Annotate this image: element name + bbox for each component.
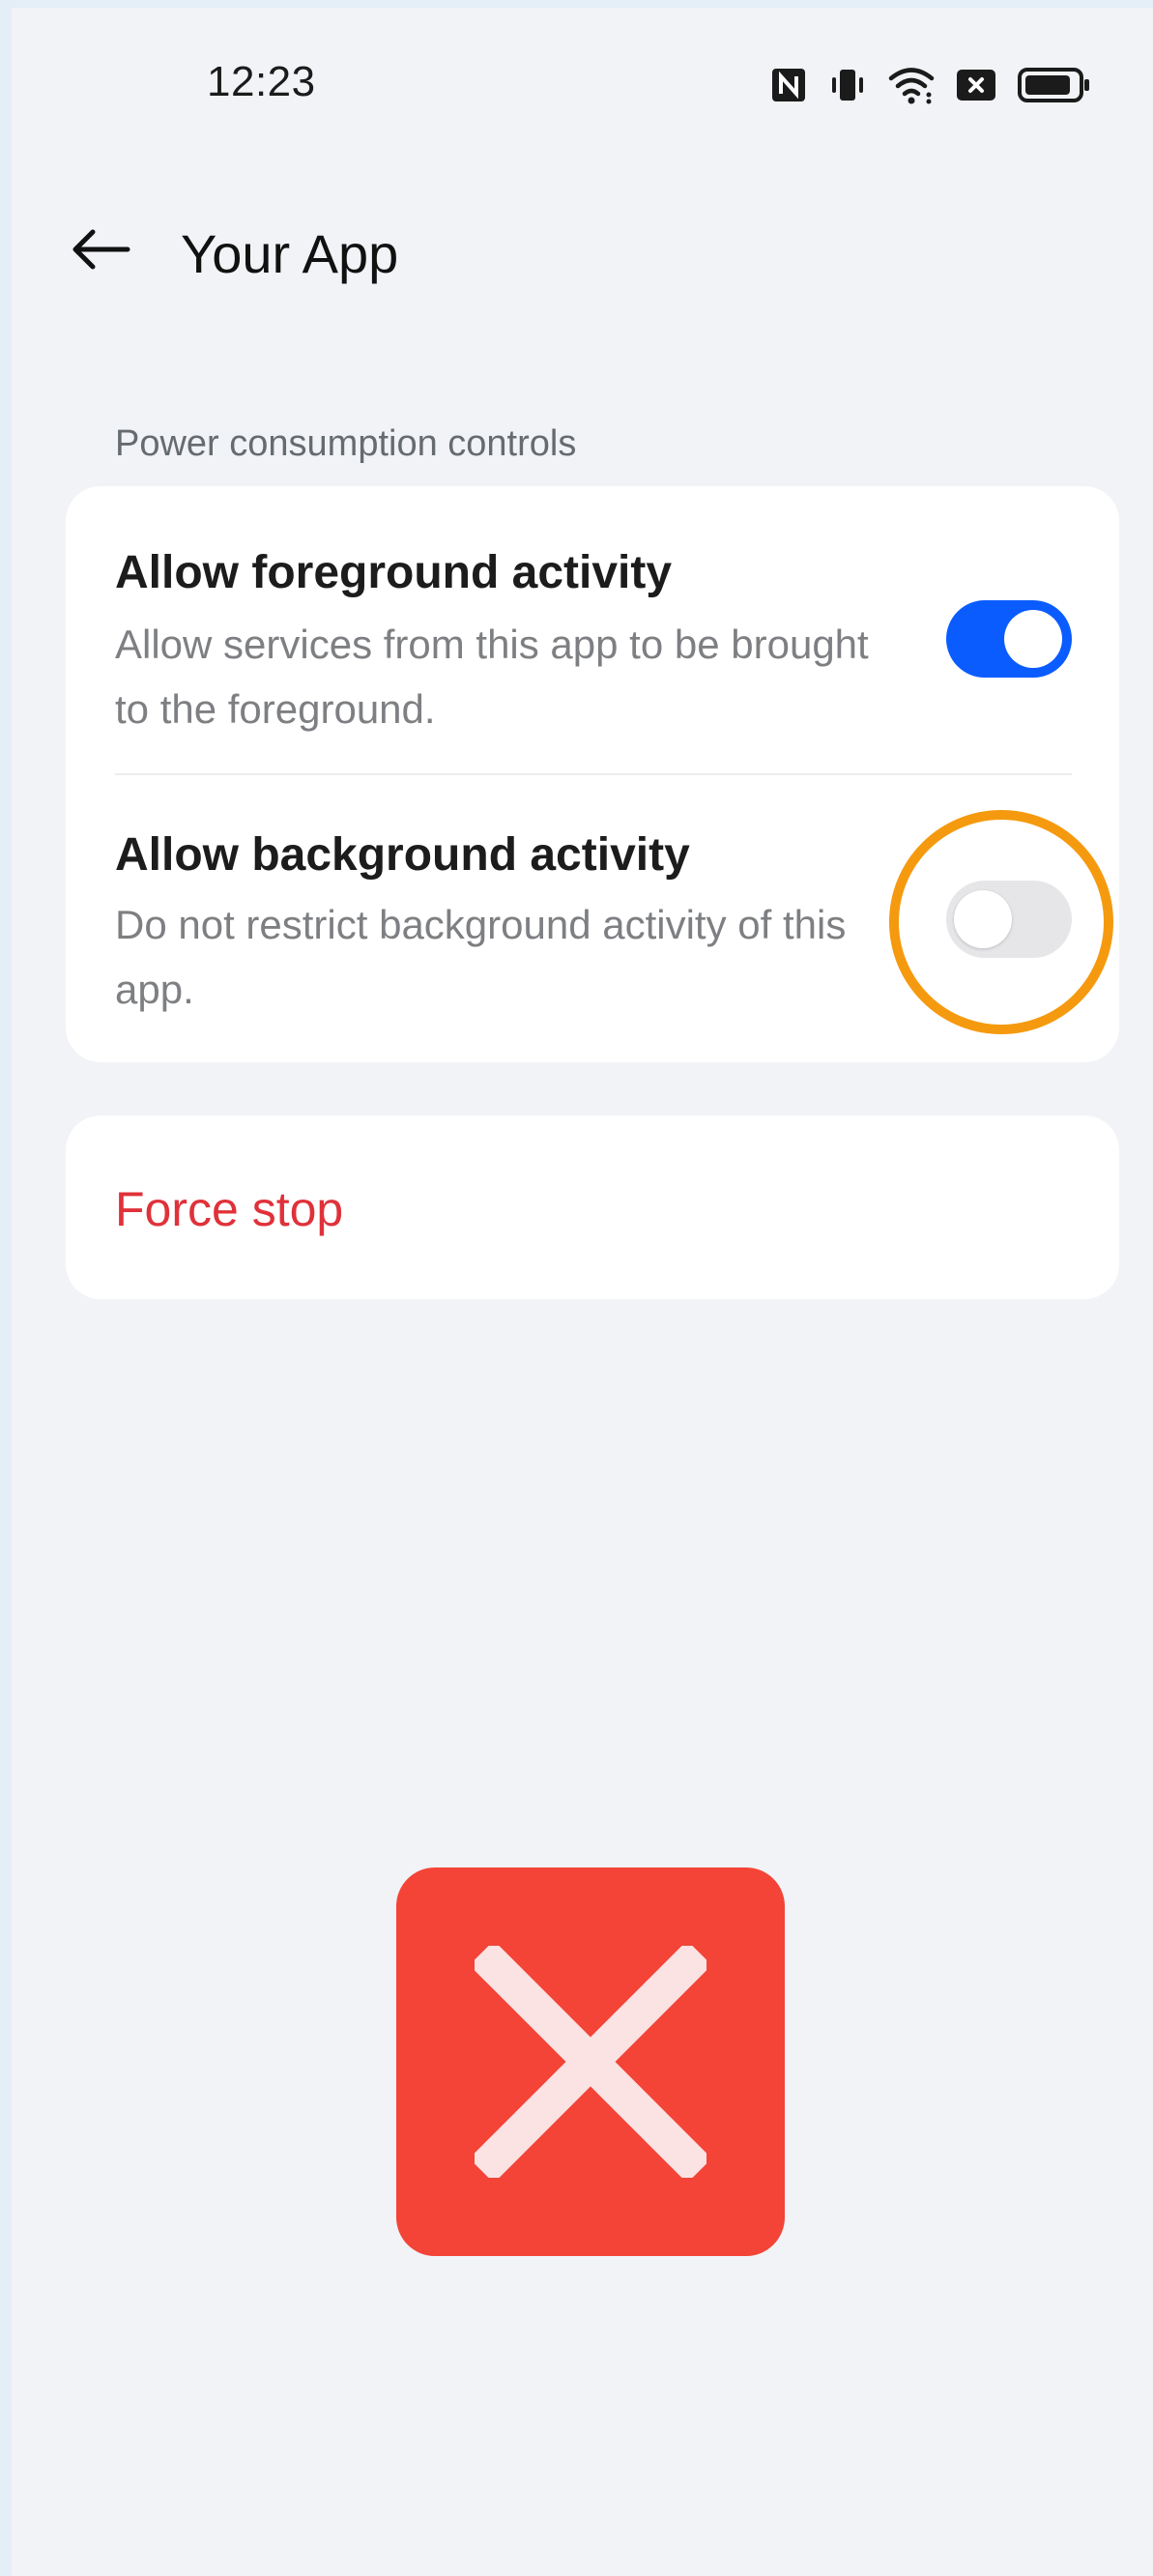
- setting-description: Allow services from this app to be broug…: [115, 622, 869, 732]
- nfc-icon: [770, 67, 807, 103]
- notification-x-icon: [956, 68, 996, 102]
- power-controls-card: Allow foreground activity Allow services…: [66, 486, 1119, 1062]
- wifi-icon: [888, 66, 935, 104]
- settings-screen: 12:23 Your App Power consumption control…: [12, 8, 1153, 2576]
- background-activity-toggle[interactable]: [946, 881, 1072, 958]
- battery-icon: [1018, 67, 1091, 103]
- back-button[interactable]: [62, 213, 139, 290]
- foreground-activity-toggle[interactable]: [946, 600, 1072, 678]
- setting-row-foreground-activity[interactable]: Allow foreground activity Allow services…: [66, 486, 1119, 775]
- setting-title: Allow foreground activity: [115, 547, 673, 598]
- force-stop-button[interactable]: Force stop: [115, 1181, 343, 1237]
- setting-title: Allow background activity: [115, 829, 690, 881]
- status-icons: [770, 64, 1091, 106]
- status-time: 12:23: [207, 58, 316, 105]
- page-title: Your App: [181, 223, 399, 284]
- status-bar: 12:23: [12, 8, 1153, 162]
- vibrate-icon: [828, 66, 867, 104]
- section-header: Power consumption controls: [115, 423, 577, 464]
- back-arrow-icon: [70, 228, 131, 275]
- error-x-icon: [396, 1867, 785, 2256]
- setting-description: Do not restrict background activity of t…: [115, 902, 847, 1012]
- toggle-knob: [954, 890, 1012, 948]
- toggle-knob: [1004, 610, 1062, 668]
- force-stop-card[interactable]: Force stop: [66, 1115, 1119, 1299]
- setting-row-background-activity[interactable]: Allow background activity Do not restric…: [66, 774, 1119, 1062]
